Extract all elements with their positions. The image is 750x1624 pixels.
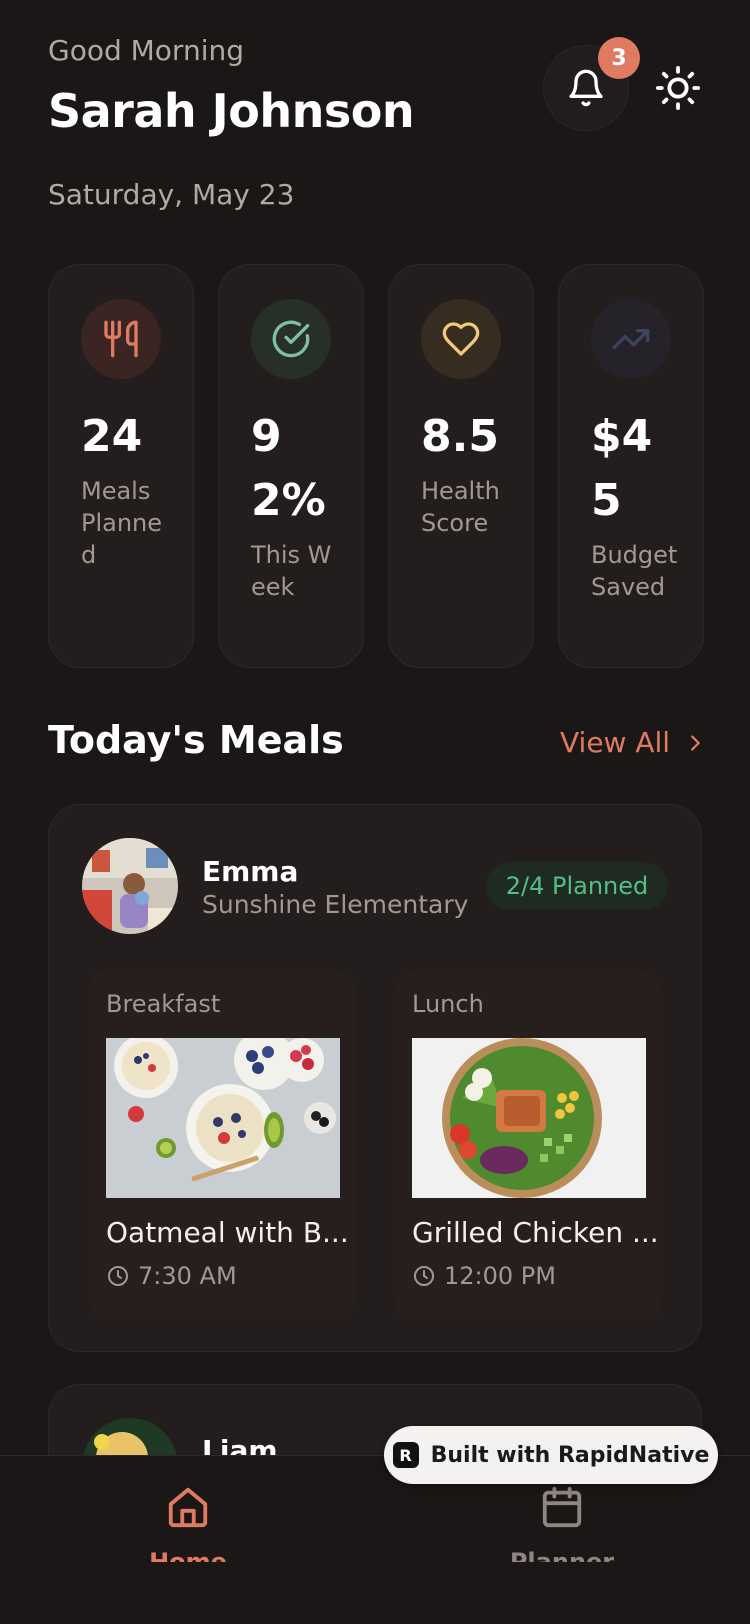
lunch-image [412,1038,646,1198]
meal-name: Oatmeal with B... [106,1216,349,1249]
meal-time: 12:00 PM [412,1262,556,1290]
stat-label: Meals Planned [81,477,163,569]
nav-tab-home[interactable]: Home [108,1484,268,1562]
clock-icon [108,1266,128,1286]
nav-label: Home [149,1548,227,1562]
heart-icon [421,299,501,379]
bell-icon [569,69,603,107]
section-title: Today's Meals [48,718,344,762]
meal-type-label: Breakfast [106,990,221,1018]
built-with-badge[interactable]: R Built with RapidNative [384,1426,718,1484]
meal-time-label: 7:30 AM [138,1262,237,1290]
home-icon [168,1487,208,1528]
user-name: Sarah Johnson [48,84,415,138]
stat-card-meals[interactable]: 24 Meals Planned [48,264,194,668]
child-name: Emma [202,855,299,888]
child-avatar [82,838,178,934]
theme-toggle-button[interactable] [652,62,704,114]
stat-value: 24 [81,411,143,462]
stat-card-health[interactable]: 8.5 Health Score [388,264,534,668]
notification-badge: 3 [598,37,640,79]
calendar-icon [542,1486,582,1528]
check-circle-icon [251,299,331,379]
stat-value: $45 [591,411,653,526]
meal-time-label: 12:00 PM [444,1262,556,1290]
planned-status-badge: 2/4 Planned [486,862,668,910]
meal-time: 7:30 AM [106,1262,237,1290]
greeting-text: Good Morning [48,34,244,67]
nav-label: Planner [509,1548,615,1562]
sun-icon [655,65,701,111]
rapidnative-logo-icon: R [392,1442,419,1468]
stat-value: 8.5 [421,411,499,462]
clock-icon [414,1266,434,1286]
meal-type-label: Lunch [412,990,484,1018]
view-all-label: View All [560,726,671,759]
nav-tab-planner[interactable]: Planner [482,1484,642,1562]
current-date: Saturday, May 23 [48,178,295,211]
stat-card-budget[interactable]: $45 Budget Saved [558,264,704,668]
utensils-icon [81,299,161,379]
trending-up-icon [591,299,671,379]
badge-text: Built with RapidNative [430,1442,710,1468]
child-school: Sunshine Elementary [202,890,469,919]
stat-label: This Week [251,541,332,601]
breakfast-image [106,1038,340,1198]
meal-name: Grilled Chicken ... [412,1216,659,1249]
stat-label: Health Score [421,477,500,537]
stat-value: 92% [251,411,326,526]
stat-card-week[interactable]: 92% This Week [218,264,364,668]
stat-label: Budget Saved [591,541,678,601]
view-all-link[interactable]: View All [560,726,706,759]
chevron-right-icon [691,734,700,751]
